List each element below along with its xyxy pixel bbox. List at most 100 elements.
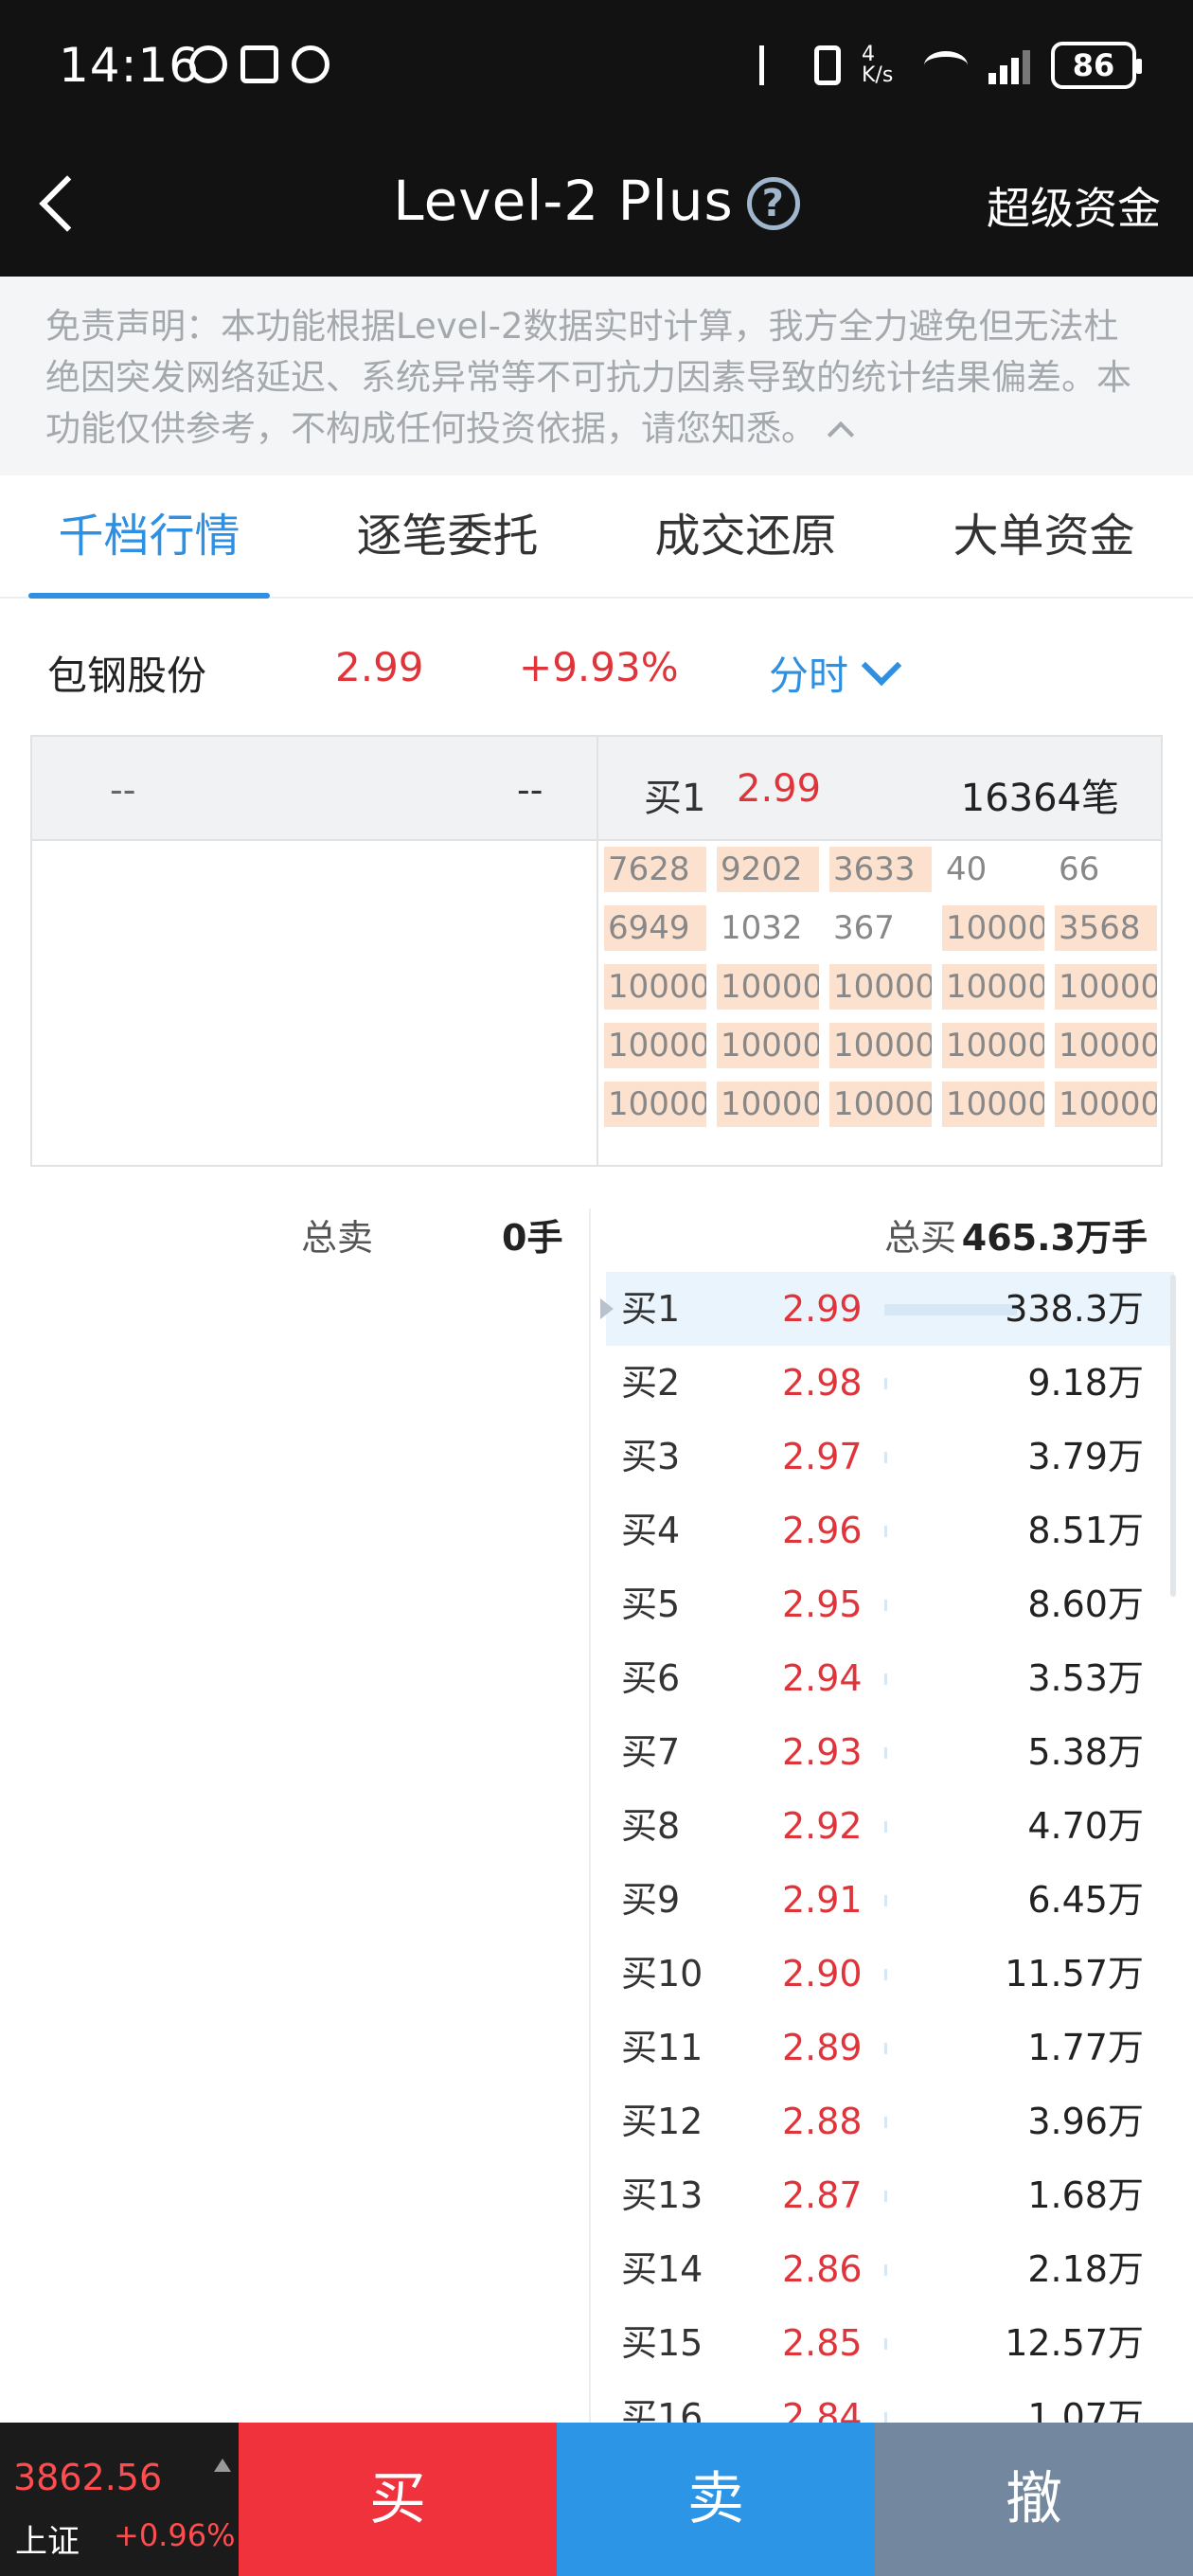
buy-level-price: 2.85	[782, 2322, 863, 2364]
buy-level-row[interactable]: 买9 2.91 6.45万	[606, 1863, 1174, 1937]
expand-up-icon	[214, 2459, 231, 2472]
buy-level-row[interactable]: 买4 2.96 8.51万	[606, 1494, 1174, 1567]
queue-order-cell: 10000	[942, 964, 1044, 1010]
buy-level-volume: 8.60万	[1027, 1583, 1144, 1625]
queue-order-cell: 3633	[829, 847, 932, 892]
queue-order-cell: 10000	[942, 1082, 1044, 1127]
view-mode-label: 分时	[769, 653, 849, 699]
view-mode-dropdown[interactable]: 分时	[769, 644, 902, 702]
sell-button[interactable]: 卖	[557, 2423, 875, 2576]
buy-level-volume: 4.70万	[1027, 1805, 1144, 1847]
buy-level-row[interactable]: 买6 2.94 3.53万	[606, 1641, 1174, 1715]
tab-thousand-levels[interactable]: 千档行情	[0, 475, 298, 599]
buy-level-volume: 338.3万	[1005, 1288, 1144, 1330]
tab-large-order-funds[interactable]: 大单资金	[895, 475, 1193, 597]
buy-level-row[interactable]: 买15 2.85 12.57万	[606, 2306, 1174, 2380]
stock-price: 2.99	[335, 644, 424, 690]
wifi-icon	[924, 51, 968, 80]
buy-queue-level: 买1	[644, 777, 706, 820]
buy-level-volume-bar	[884, 2264, 887, 2276]
buy-level-name: 买1	[621, 1288, 681, 1330]
buy-level-name: 买2	[621, 1362, 681, 1404]
buy-level-row[interactable]: 买5 2.95 8.60万	[606, 1567, 1174, 1641]
queue-order-cell: 40	[946, 850, 988, 888]
buy-level-row[interactable]: 买14 2.86 2.18万	[606, 2232, 1174, 2306]
cancel-order-button[interactable]: 撤	[875, 2423, 1193, 2576]
buy-level-row[interactable]: 买11 2.89 1.77万	[606, 2011, 1174, 2084]
buy-level-price: 2.97	[782, 1436, 863, 1477]
system-icons: 4 K/s 86	[759, 42, 1142, 89]
buy-level-volume-bar	[884, 1895, 887, 1906]
buy-level-name: 买10	[621, 1953, 703, 1995]
buy-level-volume: 1.77万	[1027, 2027, 1144, 2068]
status-bar: 14:16 4 K/s 86	[0, 0, 1193, 133]
queue-order-cell: 10000	[604, 1023, 706, 1068]
queue-order-cell: 10000	[1055, 964, 1157, 1010]
buy-level-row[interactable]: 买8 2.92 4.70万	[606, 1789, 1174, 1863]
signal-icon	[988, 46, 1030, 84]
buy-level-volume: 2.18万	[1027, 2248, 1144, 2290]
buy-level-row[interactable]: 买2 2.98 9.18万	[606, 1346, 1174, 1420]
sell-queue-label: --	[110, 769, 136, 811]
buy-level-price: 2.90	[782, 1953, 863, 1995]
buy-level-name: 买15	[621, 2322, 703, 2364]
buy-level-name: 买11	[621, 2027, 703, 2068]
buy-level-name: 买12	[621, 2101, 703, 2142]
index-value: 3862.56	[13, 2457, 163, 2498]
buy-level-name: 买4	[621, 1510, 681, 1551]
chevron-down-icon	[861, 645, 902, 687]
buy-level-row[interactable]: 买10 2.90 11.57万	[606, 1937, 1174, 2011]
super-funds-link[interactable]: 超级资金	[987, 174, 1161, 237]
buy-level-volume-bar	[884, 1747, 887, 1759]
buy-level-volume: 3.53万	[1027, 1657, 1144, 1699]
bluetooth-icon	[759, 45, 793, 85]
help-icon[interactable]: ?	[746, 177, 800, 230]
queue-order-cell: 10000	[942, 905, 1044, 951]
buy-level-volume-bar	[884, 2117, 887, 2128]
tab-bar: 千档行情 逐笔委托 成交还原 大单资金	[0, 475, 1193, 599]
collapse-caret-icon[interactable]	[827, 420, 855, 449]
queue-order-cell: 1032	[721, 909, 803, 947]
levels-scrollbar[interactable]	[1170, 1275, 1176, 1597]
buy-level-volume: 11.57万	[1005, 1953, 1144, 1995]
queue-order-cell: 9202	[717, 847, 819, 892]
buy-level-volume-bar	[884, 1600, 887, 1611]
selected-pointer-icon	[600, 1298, 614, 1319]
buy-level-name: 买5	[621, 1583, 681, 1625]
buy-level-row[interactable]: 买3 2.97 3.79万	[606, 1420, 1174, 1494]
buy-level-name: 买9	[621, 1879, 681, 1921]
alarm-icon	[292, 45, 329, 83]
buy-level-row[interactable]: 买13 2.87 1.68万	[606, 2158, 1174, 2232]
bottom-trade-bar: 3862.56 上证 +0.96% 买 卖 撤	[0, 2423, 1193, 2576]
buy-level-name: 买3	[621, 1436, 681, 1477]
buy-level-row[interactable]: 买7 2.93 5.38万	[606, 1715, 1174, 1789]
queue-order-cell: 10000	[829, 964, 932, 1010]
buy-level-row[interactable]: 买12 2.88 3.96万	[606, 2084, 1174, 2158]
disclaimer-text: 免责声明：本功能根据Level-2数据实时计算，我方全力避免但无法杜绝因突发网络…	[45, 306, 1131, 449]
index-change: +0.96%	[114, 2517, 236, 2553]
index-name: 上证	[15, 2523, 80, 2561]
buy-level-volume-bar	[884, 1378, 887, 1389]
index-ticker[interactable]: 3862.56 上证 +0.96%	[0, 2423, 239, 2576]
buy-level-price: 2.91	[782, 1879, 863, 1921]
buy-level-price: 2.96	[782, 1510, 863, 1551]
buy-button[interactable]: 买	[239, 2423, 557, 2576]
tab-trade-restore[interactable]: 成交还原	[596, 475, 895, 597]
queue-order-cell: 367	[833, 909, 895, 947]
buy-level-volume-bar	[884, 1526, 887, 1537]
stock-name: 包钢股份	[47, 653, 207, 699]
buy-level-row[interactable]: 买1 2.99 338.3万	[600, 1272, 1174, 1346]
buy-levels-list[interactable]: 买1 2.99 338.3万 买2 2.98 9.18万 买3 2.97 3.79万 买4 2.96…	[600, 1272, 1174, 2454]
queue-order-cell: 10000	[604, 964, 706, 1010]
tab-order-by-order[interactable]: 逐笔委托	[298, 475, 596, 597]
nfc-icon	[240, 45, 278, 83]
buy-level-volume-bar	[884, 2338, 887, 2350]
queue-divider	[596, 737, 598, 1165]
queue-order-cell: 3568	[1055, 905, 1157, 951]
queue-order-cell: 10000	[604, 1082, 706, 1127]
buy-level-price: 2.94	[782, 1657, 863, 1699]
nav-bar: Level-2 Plus? 超级资金	[0, 152, 1193, 256]
buy-level-price: 2.93	[782, 1731, 863, 1773]
queue-order-cell: 7628	[604, 847, 706, 892]
disclaimer: 免责声明：本功能根据Level-2数据实时计算，我方全力避免但无法杜绝因突发网络…	[0, 277, 1193, 475]
